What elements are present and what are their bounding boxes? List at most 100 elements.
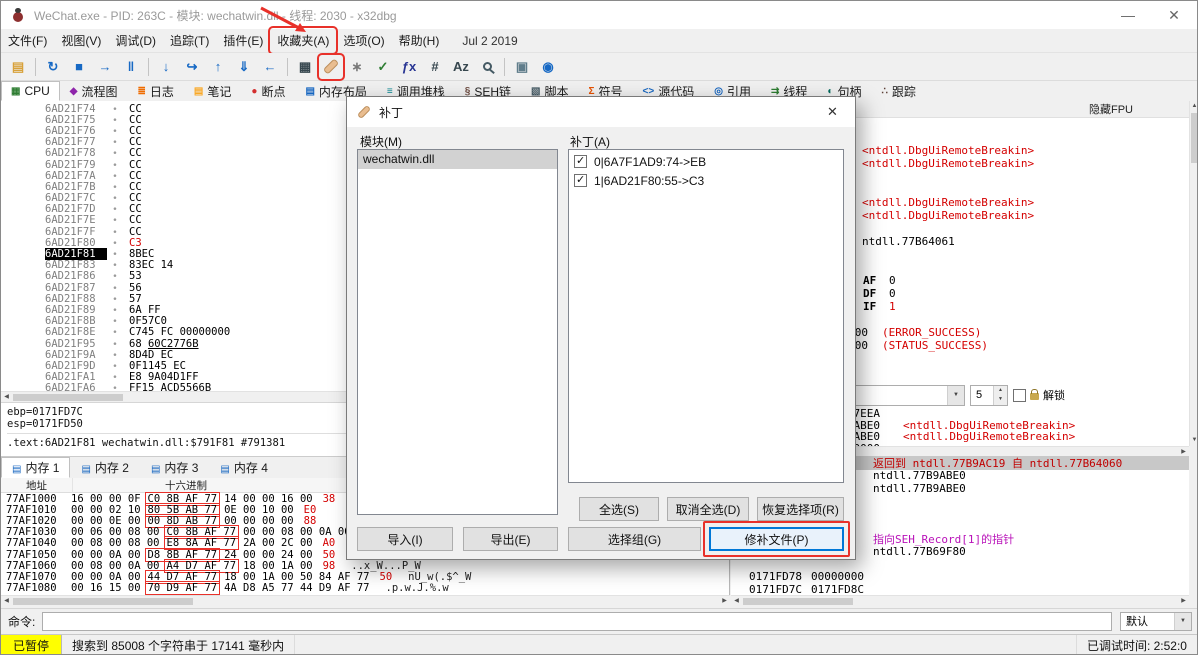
breakpoint-dot-icon[interactable] <box>107 159 123 171</box>
patch-file-button[interactable]: 修补文件(P) <box>709 527 844 551</box>
breakpoint-dot-icon[interactable] <box>107 382 123 391</box>
stack-hscrollbar[interactable] <box>731 595 1189 606</box>
script-icon[interactable]: ▦ <box>293 55 317 79</box>
memory-row[interactable]: 77AF1080 00 16 15 00 70 D9 AF 77 4A D8 A5 … <box>1 581 729 595</box>
breakpoint-dot-icon[interactable] <box>107 192 123 204</box>
tab-cpu[interactable]: ▦ CPU <box>1 81 60 101</box>
breakpoint-dot-icon[interactable] <box>107 293 123 305</box>
scroll-left-icon[interactable] <box>731 596 742 607</box>
breakpoint-dot-icon[interactable] <box>107 282 123 294</box>
breakpoint-dot-icon[interactable] <box>107 304 123 316</box>
scroll-right-icon[interactable] <box>1178 596 1189 607</box>
menu-view[interactable]: 视图(V) <box>54 28 108 53</box>
patch-checkbox[interactable] <box>574 173 587 187</box>
command-input[interactable] <box>42 611 1112 631</box>
breakpoint-dot-icon[interactable] <box>107 114 123 126</box>
dump-hscrollbar[interactable] <box>1 595 730 606</box>
preferences-icon[interactable]: ∗ <box>345 55 369 79</box>
breakpoint-dot-icon[interactable] <box>107 103 123 115</box>
menu-trace[interactable]: 追踪(T) <box>163 28 216 53</box>
restore-selected-button[interactable]: 恢复选择项(R) <box>757 497 844 521</box>
command-profile-select[interactable]: 默认 <box>1120 611 1192 631</box>
open-file-icon[interactable]: ▤ <box>6 55 30 79</box>
breakpoint-dot-icon[interactable] <box>107 181 123 193</box>
flag-toggle[interactable]: DF 0 <box>863 287 925 300</box>
breakpoint-dot-icon[interactable] <box>107 136 123 148</box>
tab-graph[interactable]: ◆ 流程图 <box>60 81 128 101</box>
breakpoint-dot-icon[interactable] <box>107 203 123 215</box>
registers-vscrollbar[interactable] <box>1189 101 1198 446</box>
search-icon[interactable] <box>475 55 499 79</box>
breakpoint-dot-icon[interactable] <box>107 360 123 372</box>
memory-tab-2[interactable]: 内存 2 <box>70 457 139 478</box>
windows-icon[interactable]: ▣ <box>510 55 534 79</box>
patch-checkbox[interactable] <box>574 154 587 168</box>
breakpoint-dot-icon[interactable] <box>107 237 123 249</box>
memory-tab-4[interactable]: 内存 4 <box>209 457 278 478</box>
menu-plugins[interactable]: 插件(E) <box>216 28 270 53</box>
menu-options[interactable]: 选项(O) <box>336 28 391 53</box>
flag-toggle[interactable]: AF 0 <box>863 274 925 287</box>
breakpoint-dot-icon[interactable] <box>107 349 123 361</box>
select-all-button[interactable]: 全选(S) <box>579 497 659 521</box>
breakpoint-dot-icon[interactable] <box>107 315 123 327</box>
tab-notes[interactable]: ▤ 笔记 <box>184 81 241 101</box>
hash-icon[interactable]: # <box>423 55 447 79</box>
fx-icon[interactable]: ƒx <box>397 55 421 79</box>
scroll-left-icon[interactable] <box>1 596 12 607</box>
breakpoint-dot-icon[interactable] <box>107 248 123 260</box>
tab-log[interactable]: ≣ 日志 <box>128 81 184 101</box>
scroll-right-icon[interactable] <box>719 596 730 607</box>
breakpoint-dot-icon[interactable] <box>107 259 123 271</box>
breakpoint-dot-icon[interactable] <box>107 226 123 238</box>
menu-help[interactable]: 帮助(H) <box>392 28 447 53</box>
scroll-thumb[interactable] <box>13 597 193 605</box>
stop-icon[interactable]: ■ <box>67 55 91 79</box>
strings-icon[interactable]: Az <box>449 55 473 79</box>
execute-till-return-icon[interactable]: ↑ <box>206 55 230 79</box>
unlock-checkbox[interactable]: 解锁 <box>1013 387 1065 403</box>
breakpoint-dot-icon[interactable] <box>107 147 123 159</box>
memory-tab-1[interactable]: 内存 1 <box>1 457 71 478</box>
chevron-down-icon[interactable] <box>947 385 964 405</box>
memory-tab-3[interactable]: 内存 3 <box>140 457 209 478</box>
breakpoint-dot-icon[interactable] <box>107 214 123 226</box>
scroll-down-icon[interactable] <box>1190 435 1198 446</box>
tab-trace-view[interactable]: ∴ 跟踪 <box>871 81 925 101</box>
patch-item[interactable]: 1|6AD21F80:55->C3 <box>569 171 843 190</box>
restart-icon[interactable]: ↻ <box>41 55 65 79</box>
close-button[interactable]: ✕ <box>1151 1 1197 29</box>
export-button[interactable]: 导出(E) <box>463 527 558 551</box>
import-button[interactable]: 导入(I) <box>357 527 453 551</box>
scroll-thumb[interactable] <box>13 393 123 401</box>
run-to-user-code-icon[interactable]: ⇓ <box>232 55 256 79</box>
scroll-left-icon[interactable] <box>1 392 12 403</box>
flag-toggle[interactable]: IF 1 <box>863 300 925 313</box>
globe-icon[interactable]: ◉ <box>536 55 560 79</box>
breakpoint-dot-icon[interactable] <box>107 270 123 282</box>
scroll-thumb[interactable] <box>1190 113 1197 163</box>
breakpoint-dot-icon[interactable] <box>107 371 123 383</box>
breakpoint-dot-icon[interactable] <box>107 326 123 338</box>
stack-row[interactable]: 0171FD78 00000000 <box>731 570 1189 583</box>
run-icon[interactable]: → <box>93 55 117 79</box>
step-back-icon[interactable]: ← <box>258 55 282 79</box>
minimize-button[interactable]: — <box>1105 1 1151 29</box>
dialog-close-button[interactable]: ✕ <box>810 97 855 127</box>
patch-item[interactable]: 0|6A7F1AD9:74->EB <box>569 152 843 171</box>
patch-icon[interactable] <box>317 52 345 81</box>
deselect-all-button[interactable]: 取消全选(D) <box>667 497 749 521</box>
pick-groups-button[interactable]: 选择组(G) <box>568 527 701 551</box>
breakpoint-dot-icon[interactable] <box>107 125 123 137</box>
menu-favourites[interactable]: 收藏夹(A) <box>268 26 339 55</box>
breakpoint-dot-icon[interactable] <box>107 170 123 182</box>
menu-file[interactable]: 文件(F) <box>1 28 54 53</box>
argument-count-stepper[interactable]: 5 ▲ ▼ <box>970 384 1008 406</box>
scroll-up-icon[interactable] <box>1190 101 1198 112</box>
chevron-down-icon[interactable] <box>1174 612 1191 630</box>
tab-breakpoints[interactable]: ● 断点 <box>241 81 295 101</box>
stack-row[interactable]: 0171FD7C 0171FD8C <box>731 583 1189 595</box>
step-into-icon[interactable]: ↓ <box>154 55 178 79</box>
check-icon[interactable]: ✓ <box>371 55 395 79</box>
hide-fpu-button[interactable]: 隐藏FPU <box>1083 101 1139 117</box>
